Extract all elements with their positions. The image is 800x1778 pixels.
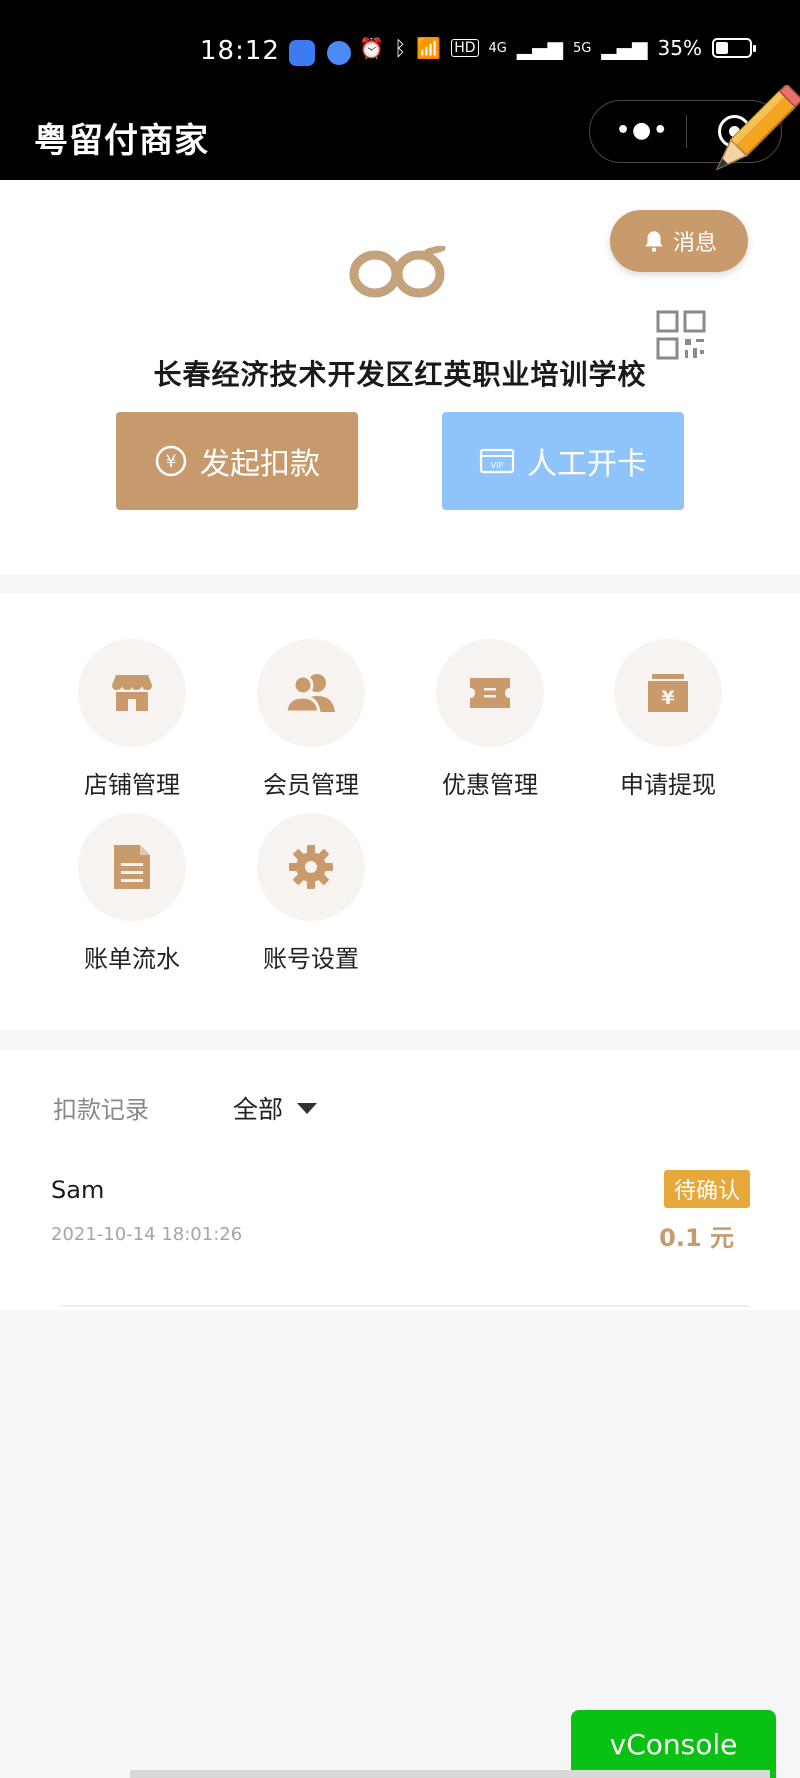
signal-5g: 5G — [573, 40, 592, 56]
capsule-divider — [686, 115, 687, 148]
menu-label: 店铺管理 — [84, 771, 180, 799]
status-badge: 待确认 — [663, 1170, 750, 1208]
members-icon — [257, 639, 365, 747]
vip-card-icon: VIP — [479, 447, 515, 475]
charge-records: 扣款记录 全部 Sam 2021-10-14 18:01:26 待确认 0.1 … — [0, 1050, 800, 1310]
bottom-edge — [130, 1770, 770, 1778]
yuan-icon: ¥ — [154, 444, 188, 478]
record-amount: 0.1 元 — [659, 1224, 734, 1252]
svg-text:¥: ¥ — [661, 687, 674, 709]
signal-4g: 4G — [488, 40, 507, 56]
menu-item-withdraw[interactable]: ¥ 申请提现 — [598, 639, 738, 800]
merchant-logo — [349, 246, 446, 298]
nav-bar: 粤留付商家 •●• — [0, 100, 800, 180]
battery-percent: 35% — [657, 36, 702, 60]
coupon-icon — [436, 639, 544, 747]
record-customer-name: Sam — [51, 1176, 105, 1204]
alarm-icon: ⏰ — [359, 36, 385, 60]
filter-value: 全部 — [233, 1095, 284, 1124]
status-bar: 18:12 ⏰ ᛒ 📶 HD 4G ▂▄▆ 5G ▂▄▆ 35% — [0, 0, 800, 105]
menu-item-settings[interactable]: 账号设置 — [241, 813, 381, 974]
manual-card-label: 人工开卡 — [527, 447, 647, 482]
notification-chat-icon — [327, 41, 351, 65]
menu-label: 申请提现 — [620, 771, 716, 799]
bill-icon — [78, 813, 186, 921]
menu-item-bills[interactable]: 账单流水 — [62, 813, 202, 974]
menu-item-members[interactable]: 会员管理 — [241, 639, 381, 800]
menu-label: 会员管理 — [263, 771, 359, 799]
merchant-name: 长春经济技术开发区红英职业培训学校 — [153, 358, 647, 391]
initiate-charge-button[interactable]: ¥ 发起扣款 — [116, 412, 358, 510]
signal-icon: ▂▄▆ — [516, 36, 564, 60]
records-title: 扣款记录 — [53, 1096, 149, 1124]
manual-card-button[interactable]: VIP 人工开卡 — [442, 412, 684, 510]
status-time: 18:12 — [200, 36, 280, 66]
message-label: 消息 — [672, 231, 717, 256]
records-filter-dropdown[interactable]: 全部 — [233, 1090, 318, 1126]
record-row[interactable]: Sam 2021-10-14 18:01:26 待确认 0.1 元 — [0, 1168, 800, 1290]
menu-item-coupons[interactable]: 优惠管理 — [420, 639, 560, 800]
store-icon — [78, 639, 186, 747]
svg-text:¥: ¥ — [166, 452, 177, 472]
divider — [60, 1305, 750, 1307]
caret-down-icon — [297, 1102, 318, 1114]
bell-icon — [645, 231, 663, 252]
message-button[interactable]: 消息 — [610, 210, 748, 272]
vconsole-button[interactable]: vConsole — [571, 1710, 776, 1778]
menu-label: 优惠管理 — [442, 771, 538, 799]
withdraw-icon: ¥ — [614, 639, 722, 747]
menu-label: 账单流水 — [84, 945, 180, 973]
record-timestamp: 2021-10-14 18:01:26 — [51, 1224, 243, 1245]
notification-app-icon — [289, 40, 315, 66]
function-menu: 店铺管理 会员管理 优惠管理 ¥ 申请提现 账单流水 账号设置 — [0, 593, 800, 1030]
svg-text:VIP: VIP — [491, 461, 504, 470]
bluetooth-icon: ᛒ — [394, 36, 407, 60]
status-icons: ⏰ ᛒ 📶 HD 4G ▂▄▆ 5G ▂▄▆ 35% — [359, 36, 756, 60]
wifi-icon: 📶 — [416, 36, 442, 60]
initiate-charge-label: 发起扣款 — [200, 447, 320, 482]
menu-item-store[interactable]: 店铺管理 — [62, 639, 202, 800]
page-title: 粤留付商家 — [34, 121, 209, 161]
battery-icon — [712, 38, 756, 58]
settings-icon — [257, 813, 365, 921]
more-icon[interactable]: •●• — [616, 118, 669, 143]
menu-label: 账号设置 — [263, 945, 359, 973]
pencil-icon[interactable] — [690, 85, 800, 195]
merchant-header: 消息 长春经济技术开发区红英职业培训学校 ¥ 发起扣款 VIP 人工开卡 — [0, 180, 800, 575]
signal-icon-2: ▂▄▆ — [601, 36, 648, 60]
hd-badge: HD — [451, 39, 479, 57]
